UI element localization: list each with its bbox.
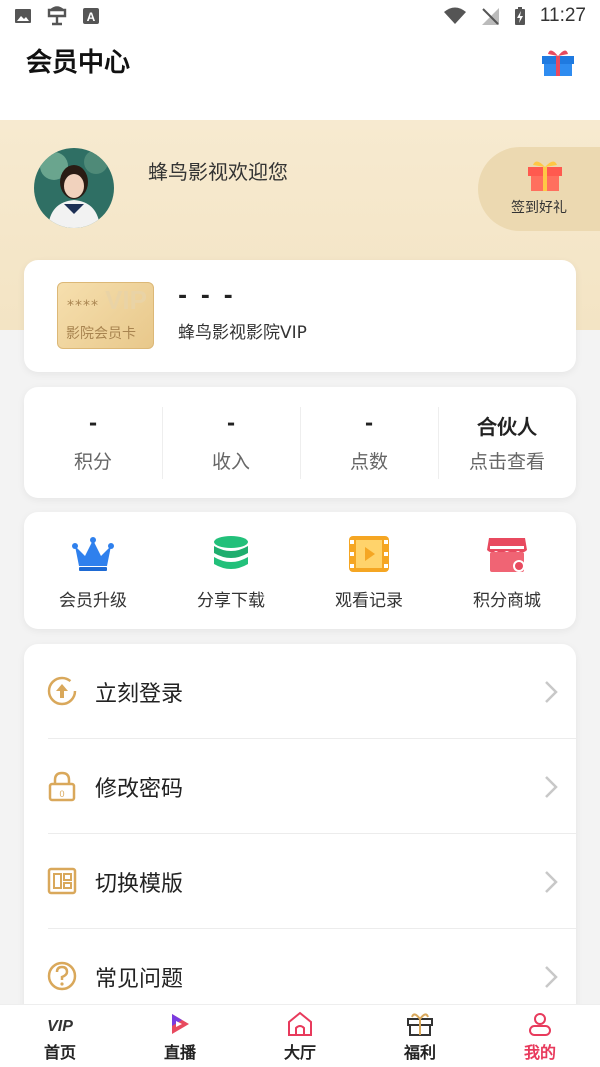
shortcut-watch-history[interactable]: 观看记录 [300,512,438,629]
svg-text:0: 0 [59,789,64,799]
gift-icon [407,1013,433,1036]
vip-level: 蜂鸟影视影院VIP [178,323,307,343]
home-icon [288,1011,312,1036]
stat-value: - [88,411,98,435]
welcome-text: 蜂鸟影视欢迎您 [148,160,288,184]
stat-partner[interactable]: 合伙人 点击查看 [438,387,576,498]
shortcut-points-mall[interactable]: 积分商城 [438,512,576,629]
vip-username: - - - [178,284,236,309]
menu-item-switch-template[interactable]: 切换模版 [24,834,576,928]
stat-value: - [226,411,236,435]
tab-label: 我的 [523,1043,556,1062]
shortcut-share-download[interactable]: 分享下载 [162,512,300,629]
menu-label: 立刻登录 [95,682,184,707]
svg-text:A: A [87,10,96,24]
tab-label: 福利 [403,1043,436,1062]
upload-circle-icon [47,676,77,706]
tab-hall[interactable]: 大厅 [240,1005,360,1067]
stat-credits[interactable]: - 点数 [300,387,438,498]
vip-card-badge: **** VIP 影院会员卡 [57,282,154,349]
template-icon [47,867,77,895]
font-notification-icon: A [83,8,99,24]
tab-welfare[interactable]: 福利 [360,1005,480,1067]
menu-label: 常见问题 [95,967,184,992]
vip-card-word: VIP [105,285,147,315]
stat-value: 合伙人 [477,415,537,439]
stats-card: - 积分 - 收入 - 点数 合伙人 点击查看 [24,387,576,498]
menu-label: 修改密码 [95,777,184,802]
settings-menu: 立刻登录 0 修改密码 切换模版 常见问题 [24,644,576,1024]
tab-label: 首页 [43,1043,76,1062]
signin-gift-button[interactable]: 签到好礼 [478,147,600,231]
question-icon [47,961,77,991]
shortcut-grid: 会员升级 分享下载 观看记录 积分商城 [24,512,576,629]
user-icon [529,1013,551,1036]
stat-label: 点击查看 [468,451,545,473]
shortcut-label: 分享下载 [197,591,265,611]
film-icon [349,536,389,572]
wifi-icon [443,7,466,24]
vip-icon: VIP [47,1018,73,1035]
stat-income[interactable]: - 收入 [162,387,300,498]
vip-card-stars: **** [67,298,99,314]
vip-card[interactable]: **** VIP 影院会员卡 - - - 蜂鸟影视影院VIP [24,260,576,372]
shortcut-vip-upgrade[interactable]: 会员升级 [24,512,162,629]
menu-item-login[interactable]: 立刻登录 [24,644,576,738]
tab-home[interactable]: VIP 首页 [0,1005,120,1067]
vip-card-label: 影院会员卡 [66,326,136,342]
gift-box-icon [528,161,562,191]
battery-charging-icon [514,7,525,25]
stat-label: 收入 [211,451,250,473]
live-icon [172,1014,189,1034]
bug-notification-icon [47,6,67,26]
tab-mine[interactable]: 我的 [480,1005,600,1067]
signin-label: 签到好礼 [511,200,567,216]
page-title: 会员中心 [26,48,131,78]
app-bar: 会员中心 [0,34,600,120]
no-signal-icon [481,8,499,25]
menu-label: 切换模版 [95,872,184,897]
gift-icon[interactable] [540,46,576,78]
stat-label: 点数 [349,451,388,473]
chevron-right-icon [545,681,558,703]
chevron-right-icon [545,776,558,798]
status-bar: A 11:27 [0,0,600,34]
tab-label: 大厅 [283,1043,316,1062]
bottom-tab-bar: VIP 首页 直播 大厅 福利 我的 [0,1004,600,1067]
image-notification-icon [15,9,31,23]
tab-label: 直播 [163,1043,196,1062]
stat-value: - [364,411,374,435]
clock-time: 11:27 [539,5,586,26]
shop-icon [487,538,527,572]
stat-points[interactable]: - 积分 [24,387,162,498]
lock-icon: 0 [48,771,76,802]
shortcut-label: 积分商城 [473,591,541,611]
shortcut-label: 观看记录 [335,591,403,611]
chevron-right-icon [545,966,558,988]
crown-icon [72,537,114,571]
stat-label: 积分 [73,451,112,473]
chevron-right-icon [545,871,558,893]
svg-text:VIP: VIP [47,1018,73,1035]
tab-live[interactable]: 直播 [120,1005,240,1067]
avatar[interactable] [34,148,114,228]
database-icon [214,536,248,569]
menu-item-change-password[interactable]: 0 修改密码 [24,739,576,833]
shortcut-label: 会员升级 [59,591,127,611]
